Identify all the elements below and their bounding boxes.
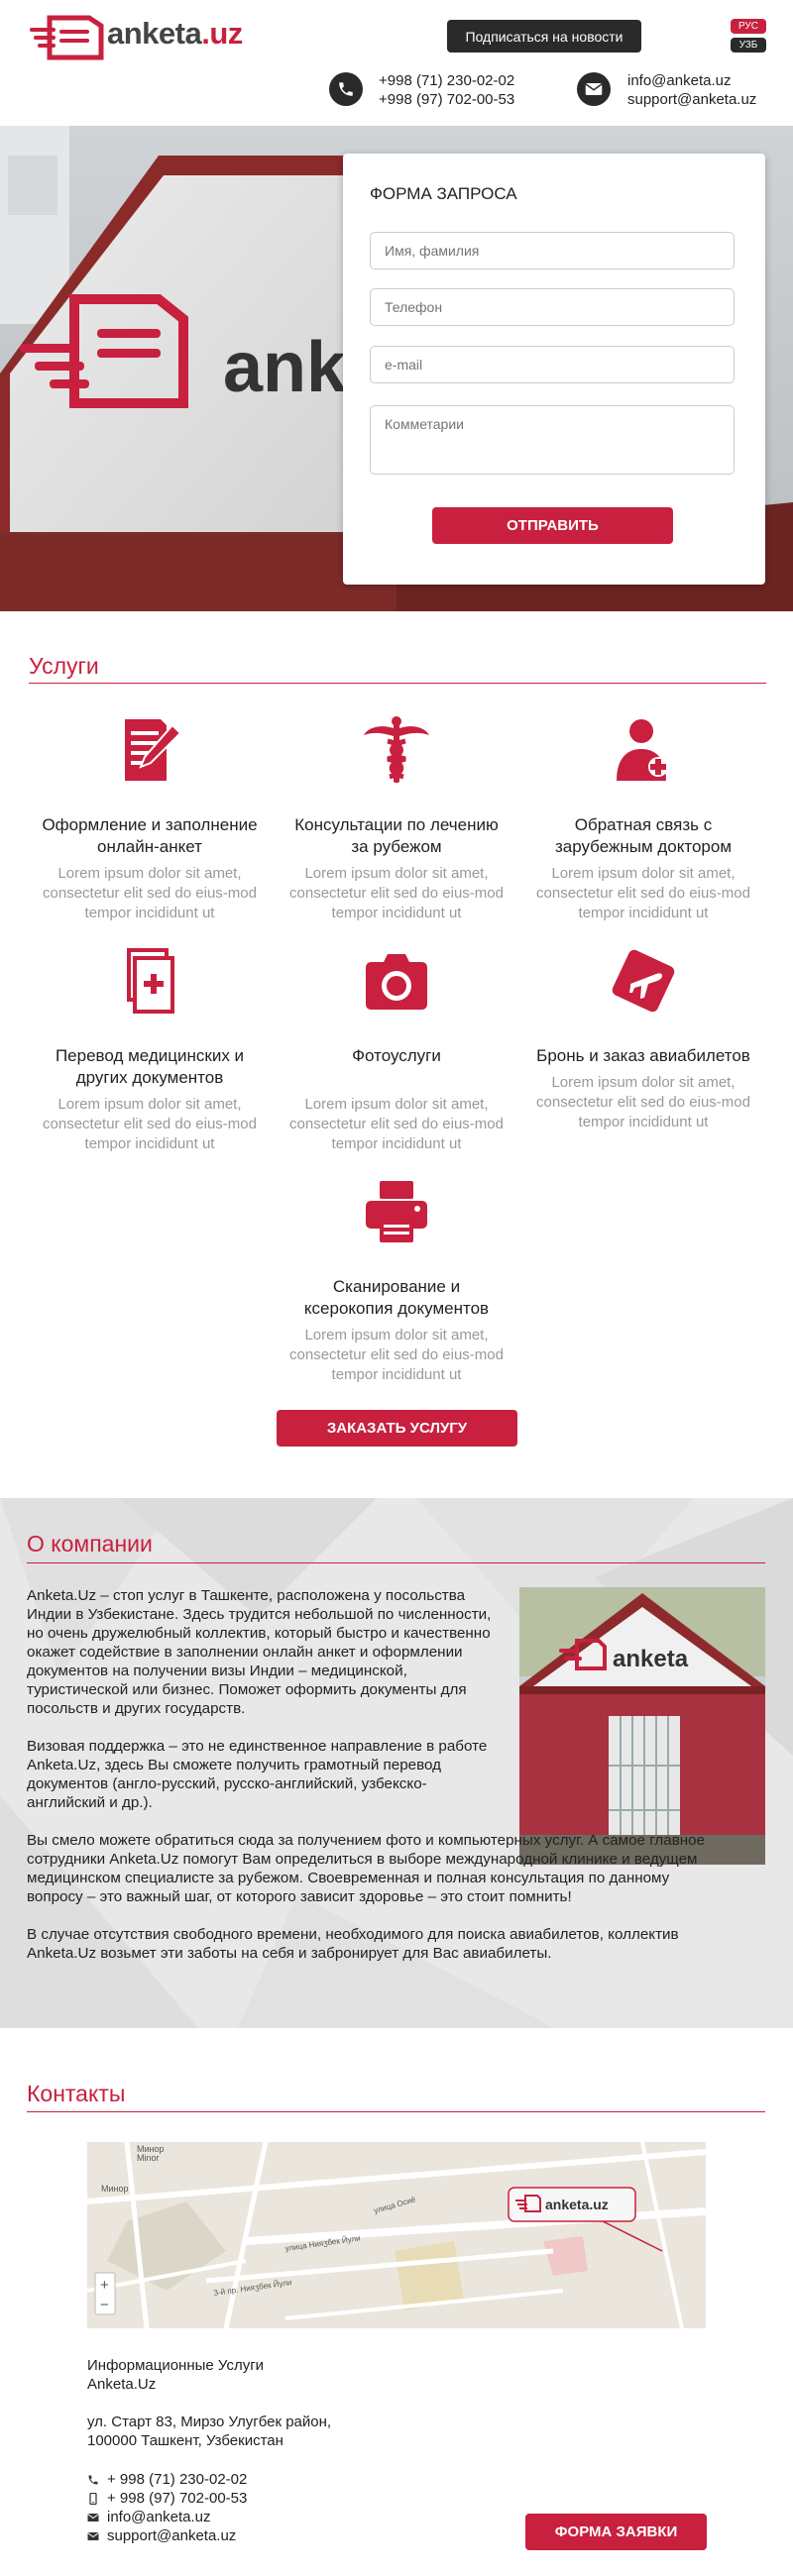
form-title: ФОРМА ЗАПРОСА xyxy=(370,184,517,203)
about-paragraph: Anketa.Uz – стоп услуг в Ташкенте, распо… xyxy=(27,1587,492,1717)
order-service-button[interactable]: ЗАКАЗАТЬ УСЛУГУ xyxy=(277,1410,517,1447)
caduceus-icon xyxy=(364,716,429,783)
submit-button[interactable]: ОТПРАВИТЬ xyxy=(432,507,673,544)
address: ул. Старт 83, Мирзо Улугбек район, 10000… xyxy=(87,2413,331,2450)
medical-documents-icon xyxy=(127,948,174,1014)
map-zoom-out[interactable]: − xyxy=(100,2297,109,2313)
about-paragraph: В случае отсутствия свободного времени, … xyxy=(27,1926,679,1962)
lang-uz-button[interactable]: УЗБ xyxy=(731,38,766,53)
map-label: Minor xyxy=(137,2153,160,2163)
about-paragraph: Вы смело можете обратиться сюда за получ… xyxy=(27,1832,706,1905)
camera-icon xyxy=(366,954,427,1010)
envelope-icon xyxy=(577,72,611,106)
about-divider xyxy=(27,1562,765,1563)
map-label: Минор xyxy=(101,2184,129,2194)
header-phones: +998 (71) 230-02-02 +998 (97) 702-00-53 xyxy=(379,71,514,109)
header-emails: info@anketa.uz support@anketa.uz xyxy=(627,71,756,109)
map[interactable]: Минор Minor Минор улица Осиё улица Нияӡб… xyxy=(87,2142,706,2328)
printer-icon xyxy=(366,1181,427,1242)
doctor-icon xyxy=(617,719,668,781)
about-paragraph: Визовая поддержка – это не единственное … xyxy=(27,1738,488,1811)
contacts-divider xyxy=(27,2111,765,2112)
service-item[interactable]: Консультации по лечению за рубежом Lorem… xyxy=(287,715,506,923)
logo-name: anketa xyxy=(107,16,202,51)
contact-phone-text[interactable]: + 998 (71) 230-02-02 xyxy=(107,2470,247,2489)
lang-ru-button[interactable]: РУС xyxy=(731,19,766,34)
service-item[interactable]: Перевод медицинских и других документов … xyxy=(41,946,259,1154)
contacts-title: Контакты xyxy=(27,2081,126,2106)
address-line-1: ул. Старт 83, Мирзо Улугбек район, xyxy=(87,2414,332,2430)
subscribe-button[interactable]: Подписаться на новости xyxy=(447,20,641,53)
service-item[interactable]: Сканирование и ксерокопия документов Lor… xyxy=(287,1177,506,1385)
service-item[interactable]: Оформление и заполнение онлайн-анкет Lor… xyxy=(41,715,259,923)
service-desc: Lorem ipsum dolor sit amet, consectetur … xyxy=(536,865,750,921)
service-desc: Lorem ipsum dolor sit amet, consectetur … xyxy=(289,1096,504,1152)
phone-icon xyxy=(329,72,363,106)
comment-field[interactable] xyxy=(370,405,735,475)
service-item[interactable]: Фотоуслуги Lorem ipsum dolor sit amet, c… xyxy=(287,946,506,1154)
services-divider xyxy=(29,683,766,684)
service-desc: Lorem ipsum dolor sit amet, consectetur … xyxy=(289,1327,504,1383)
document-pencil-icon xyxy=(125,719,182,781)
service-name: Обратная связь с зарубежным доктором xyxy=(554,815,733,856)
map-zoom-in[interactable]: + xyxy=(100,2277,109,2294)
address-line-2: 100000 Ташкент, Узбекистан xyxy=(87,2432,283,2449)
header-phone-1[interactable]: +998 (71) 230-02-02 xyxy=(379,71,514,90)
service-desc: Lorem ipsum dolor sit amet, consectetur … xyxy=(536,1074,750,1130)
header-email-2[interactable]: support@anketa.uz xyxy=(627,90,756,109)
service-desc: Lorem ipsum dolor sit amet, consectetur … xyxy=(43,865,257,921)
service-name: Сканирование и ксерокопия документов xyxy=(303,1277,490,1318)
contact-phone-text[interactable]: + 998 (97) 702-00-53 xyxy=(107,2489,247,2508)
email-field[interactable] xyxy=(370,346,735,383)
name-field[interactable] xyxy=(370,232,735,269)
service-desc: Lorem ipsum dolor sit amet, consectetur … xyxy=(289,865,504,921)
header-phone-2[interactable]: +998 (97) 702-00-53 xyxy=(379,90,514,109)
header-email-1[interactable]: info@anketa.uz xyxy=(627,71,756,90)
service-name: Консультации по лечению за рубежом xyxy=(294,815,499,856)
service-name: Фотоуслуги xyxy=(352,1046,441,1065)
envelope-icon xyxy=(87,2513,99,2522)
about-title: О компании xyxy=(27,1531,153,1556)
phone-field[interactable] xyxy=(370,288,735,326)
request-form-button[interactable]: ФОРМА ЗАЯВКИ xyxy=(525,2514,707,2550)
plane-ticket-icon xyxy=(612,949,675,1013)
service-name: Перевод медицинских и других документов xyxy=(55,1046,245,1087)
contact-phone-1: + 998 (71) 230-02-02 xyxy=(87,2470,247,2489)
service-desc: Lorem ipsum dolor sit amet, consectetur … xyxy=(43,1096,257,1152)
contact-phone-2: + 998 (97) 702-00-53 xyxy=(87,2489,247,2508)
company-line-1: Информационные Услуги xyxy=(87,2357,265,2374)
svg-text:ank: ank xyxy=(223,328,347,407)
service-item[interactable]: Обратная связь с зарубежным доктором Lor… xyxy=(534,715,752,923)
contact-email-text[interactable]: support@anketa.uz xyxy=(107,2526,236,2545)
mobile-icon xyxy=(89,2492,97,2505)
services-title: Услуги xyxy=(29,653,99,679)
phone-icon xyxy=(88,2475,98,2484)
logo-suffix: .uz xyxy=(201,16,243,51)
contact-email-2: support@anketa.uz xyxy=(87,2526,236,2545)
envelope-icon xyxy=(87,2531,99,2540)
service-name: Оформление и заполнение онлайн-анкет xyxy=(42,815,258,856)
logo-text: anketa.uz xyxy=(107,16,243,52)
company-name: Информационные Услуги Anketa.Uz xyxy=(87,2356,264,2394)
service-item[interactable]: Бронь и заказ авиабилетов Lorem ipsum do… xyxy=(534,946,752,1132)
about-text: Anketa.Uz – стоп услуг в Ташкенте, распо… xyxy=(27,1586,716,1982)
service-name: Бронь и заказ авиабилетов xyxy=(536,1046,750,1065)
company-line-2: Anketa.Uz xyxy=(87,2376,157,2393)
map-marker-text: anketa.uz xyxy=(545,2197,609,2212)
contact-email-1: info@anketa.uz xyxy=(87,2508,210,2526)
contact-email-text[interactable]: info@anketa.uz xyxy=(107,2508,210,2526)
